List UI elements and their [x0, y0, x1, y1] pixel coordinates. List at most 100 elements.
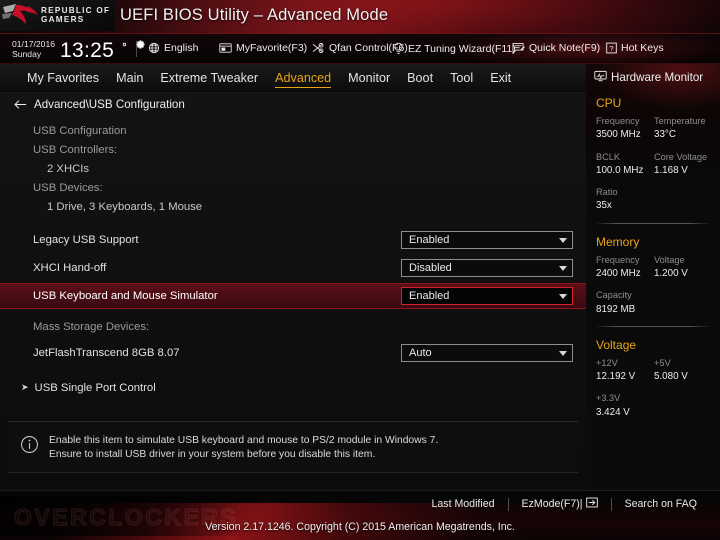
- dropdown-usb-keyboard-mouse-simulator[interactable]: Enabled: [401, 287, 573, 305]
- value-usb-devices-summary: 1 Drive, 3 Keyboards, 1 Mouse: [47, 200, 203, 213]
- help-line-1: Enable this item to simulate USB keyboar…: [49, 434, 439, 446]
- label-usb-controllers: USB Controllers:: [33, 143, 118, 156]
- sidebar-value-3-3v: 3.424 V: [596, 406, 630, 418]
- setting-row-xhci-hand-off[interactable]: XHCI Hand-off Disabled: [0, 255, 586, 281]
- sidebar-heading-voltage: Voltage: [596, 337, 637, 352]
- list-item-usb-configuration: USB Configuration: [0, 121, 586, 140]
- tab-boot[interactable]: Boot: [407, 71, 433, 86]
- content-panel: Advanced\USB Configuration USB Configura…: [0, 93, 586, 490]
- label-legacy-usb-support: Legacy USB Support: [33, 234, 139, 246]
- value-xhcis-count: 2 XHCIs: [47, 162, 90, 175]
- settings-list: USB Configuration USB Controllers: 2 XHC…: [0, 121, 586, 401]
- time-value: 13:25: [60, 39, 115, 62]
- fan-icon: [312, 42, 325, 54]
- last-modified-label: Last Modified: [431, 498, 495, 510]
- sidebar-pair: Frequency 2400 MHz Voltage 1.200 V: [596, 254, 720, 282]
- label-mass-storage-devices: Mass Storage Devices:: [33, 320, 150, 333]
- dropdown-jetflash-transcend[interactable]: Auto: [401, 344, 573, 362]
- date-display: 01/17/2016 Sunday: [12, 39, 55, 60]
- sidebar-cell-ratio: Ratio 35x: [596, 186, 654, 214]
- sidebar-cell-12v: +12V 12.192 V: [596, 357, 654, 385]
- weekday-value: Sunday: [12, 49, 42, 59]
- label-xhci-hand-off: XHCI Hand-off: [33, 262, 107, 274]
- sidebar-key-cpu-frequency: Frequency: [596, 116, 640, 126]
- sidebar-key-ratio: Ratio: [596, 187, 618, 198]
- sidebar-key-bclk: BCLK: [596, 151, 621, 162]
- title-bar: REPUBLIC OF GAMERS UEFI BIOS Utility – A…: [0, 0, 720, 34]
- chevron-down-icon: [559, 265, 567, 271]
- sidebar-cell-cpu-temperature: Temperature 33°C: [654, 115, 712, 143]
- toolbar-separator-1: [136, 41, 137, 57]
- label-usb-devices: USB Devices:: [33, 181, 103, 194]
- sidebar-value-capacity: 8192 MB: [596, 303, 636, 315]
- note-icon: [512, 42, 525, 54]
- sidebar-cell-memory-frequency: Frequency 2400 MHz: [596, 254, 654, 282]
- sidebar-cell-3-3v: +3.3V 3.424 V: [596, 392, 654, 420]
- sidebar-cell-bclk: BCLK 100.0 MHz: [596, 151, 654, 179]
- back-arrow-icon[interactable]: [14, 99, 27, 110]
- hardware-monitor-title: Hardware Monitor: [594, 70, 720, 85]
- sidebar-key-5v: +5V: [654, 357, 671, 368]
- enter-arrow-icon: [585, 497, 598, 511]
- ezmode-button[interactable]: EzMode(F7)|: [509, 497, 611, 511]
- sidebar-value-5v: 5.080 V: [654, 371, 688, 383]
- tab-monitor[interactable]: Monitor: [348, 71, 390, 86]
- search-on-faq-button[interactable]: Search on FAQ: [612, 498, 710, 510]
- sidebar-cell-capacity: Capacity 8192 MB: [596, 289, 654, 317]
- breadcrumb[interactable]: Advanced\USB Configuration: [14, 98, 185, 111]
- sidebar-heading-memory: Memory: [596, 234, 640, 249]
- help-text: Enable this item to simulate USB keyboar…: [49, 435, 438, 460]
- sidebar-group-cpu: CPU Frequency 3500 MHz Temperature 33°C …: [596, 96, 720, 224]
- rog-logo: REPUBLIC OF GAMERS: [0, 0, 115, 31]
- lightbulb-icon: [393, 42, 404, 55]
- toolbar-label-quicknote: Quick Note(F9): [529, 42, 601, 54]
- toolbar-item-eztuning[interactable]: EZ Tuning Wizard(F11): [393, 42, 516, 55]
- dropdown-xhci-hand-off[interactable]: Disabled: [401, 259, 573, 277]
- list-item-usb-devices-summary: 1 Drive, 3 Keyboards, 1 Mouse: [0, 197, 586, 216]
- sidebar-group-memory: Memory Frequency 2400 MHz Voltage 1.200 …: [596, 235, 720, 327]
- sidebar-value-memory-frequency: 2400 MHz: [596, 267, 641, 279]
- hardware-monitor-panel: Hardware Monitor CPU Frequency 3500 MHz …: [586, 64, 720, 490]
- sidebar-value-memory-voltage: 1.200 V: [654, 267, 688, 279]
- globe-icon: [148, 42, 160, 54]
- bottom-status-bar: OVERCLOCKERS Last Modified EzMode(F7)| S…: [0, 490, 720, 540]
- sidebar-value-12v: 12.192 V: [596, 371, 636, 383]
- datetime-block: 01/17/2016 Sunday 13:25: [12, 38, 146, 62]
- last-modified-button[interactable]: Last Modified: [419, 498, 508, 510]
- sidebar-key-core-voltage: Core Voltage: [654, 151, 708, 162]
- toolbar-item-language[interactable]: English: [148, 42, 198, 54]
- tab-main[interactable]: Main: [116, 71, 143, 86]
- ezmode-label: EzMode(F7)|: [521, 498, 583, 510]
- setting-row-usb-keyboard-mouse-simulator[interactable]: USB Keyboard and Mouse Simulator Enabled: [0, 283, 586, 309]
- sidebar-pair: BCLK 100.0 MHz Core Voltage 1.168 V: [596, 151, 720, 179]
- setting-row-legacy-usb-support[interactable]: Legacy USB Support Enabled: [0, 227, 586, 253]
- help-description-box: Enable this item to simulate USB keyboar…: [8, 421, 578, 473]
- toolbar-label-eztuning: EZ Tuning Wizard(F11): [408, 42, 516, 55]
- dropdown-legacy-usb-support[interactable]: Enabled: [401, 231, 573, 249]
- svg-text:?: ?: [609, 44, 613, 53]
- toolbar-item-quicknote[interactable]: Quick Note(F9): [512, 42, 600, 54]
- gear-icon[interactable]: [119, 37, 145, 55]
- sidebar-key-12v: +12V: [596, 357, 618, 368]
- tab-tool[interactable]: Tool: [450, 71, 473, 86]
- tab-extreme-tweaker[interactable]: Extreme Tweaker: [160, 71, 258, 86]
- tab-my-favorites[interactable]: My Favorites: [27, 71, 99, 86]
- bottom-bar-actions: Last Modified EzMode(F7)| Search on FAQ: [419, 491, 711, 517]
- sidebar-value-ratio: 35x: [596, 200, 612, 212]
- rog-logo-line2: GAMERS: [41, 14, 85, 24]
- submenu-row-usb-single-port-control[interactable]: ➤ USB Single Port Control: [0, 375, 586, 401]
- dropdown-value-jetflash-transcend: Auto: [409, 347, 432, 359]
- setting-row-jetflash-transcend[interactable]: JetFlashTranscend 8GB 8.07 Auto: [0, 340, 586, 366]
- sidebar-value-cpu-frequency: 3500 MHz: [596, 129, 641, 141]
- list-item-usb-controllers: USB Controllers:: [0, 140, 586, 159]
- sidebar-cell-5v: +5V 5.080 V: [654, 357, 712, 385]
- sidebar-pair: Capacity 8192 MB: [596, 289, 720, 317]
- list-item-mass-storage-devices: Mass Storage Devices:: [0, 317, 586, 336]
- toolbar-item-myfavorite[interactable]: MyFavorite(F3): [219, 42, 307, 54]
- sidebar-value-bclk: 100.0 MHz: [596, 164, 644, 176]
- tab-exit[interactable]: Exit: [490, 71, 511, 86]
- info-icon: [20, 435, 39, 459]
- toolbar-item-hotkeys[interactable]: ? Hot Keys: [606, 42, 664, 54]
- tab-advanced[interactable]: Advanced: [275, 71, 332, 88]
